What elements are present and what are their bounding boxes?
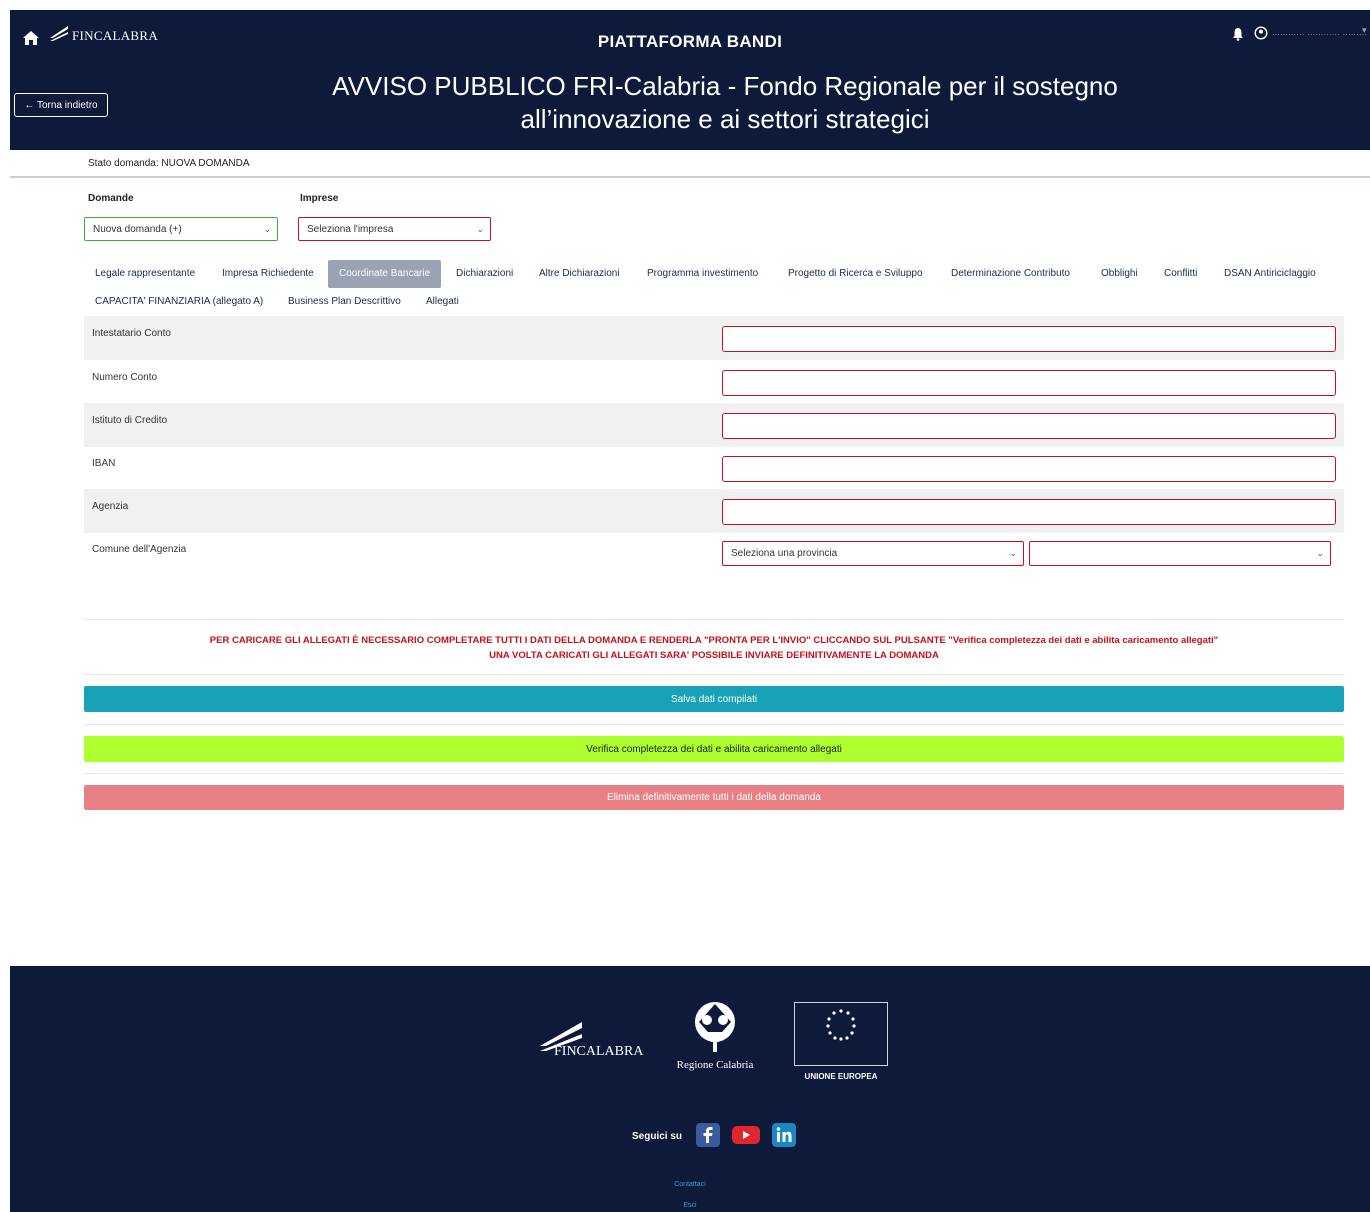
verify-button[interactable]: Verifica completezza dei dati e abilita … xyxy=(84,736,1344,762)
tab-allegati[interactable]: Allegati xyxy=(426,288,459,316)
istituto-credito-input[interactable] xyxy=(722,413,1336,439)
eu-stars-icon xyxy=(826,1009,856,1041)
field-label: Agenzia xyxy=(92,501,129,512)
form-row-numero-conto: Numero Conto xyxy=(84,360,1344,404)
chevron-down-icon: ⌄ xyxy=(1316,548,1324,558)
agenzia-input[interactable] xyxy=(722,499,1336,525)
tab-business-plan[interactable]: Business Plan Descrittivo xyxy=(288,288,401,316)
divider xyxy=(84,724,1344,725)
tab-obblighi[interactable]: Obblighi xyxy=(1101,260,1138,288)
tab-altre-dichiarazioni[interactable]: Altre Dichiarazioni xyxy=(539,260,620,288)
imprese-select-value: Seleziona l'impresa xyxy=(307,223,394,235)
intestatario-conto-input[interactable] xyxy=(722,326,1336,352)
warning-line-2: UNA VOLTA CARICATI GLI ALLEGATI SARA' PO… xyxy=(489,650,939,661)
tab-dsan-antiriciclaggio[interactable]: DSAN Antiriciclaggio xyxy=(1224,260,1316,288)
contact-link[interactable]: Contattaci xyxy=(10,1181,1370,1188)
imprese-label: Imprese xyxy=(300,193,339,204)
tab-coordinate-bancarie[interactable]: Coordinate Bancarie xyxy=(328,260,442,288)
footer-regione-logo: Regione Calabria xyxy=(670,1000,760,1071)
form-row-agenzia: Agenzia xyxy=(84,489,1344,533)
follow-label: Seguici su xyxy=(632,1131,683,1142)
user-icon[interactable] xyxy=(1254,26,1268,40)
domande-label: Domande xyxy=(88,193,134,204)
provincia-select-value: Seleziona una provincia xyxy=(731,548,838,559)
back-button[interactable]: ← Torna indietro xyxy=(14,93,108,117)
linkedin-icon[interactable] xyxy=(772,1123,796,1147)
field-label: Intestatario Conto xyxy=(92,328,171,339)
field-label: Numero Conto xyxy=(92,372,158,383)
numero-conto-input[interactable] xyxy=(722,370,1336,396)
chevron-down-icon[interactable]: ▾ xyxy=(1362,25,1367,36)
tab-determinazione-contributo[interactable]: Determinazione Contributo xyxy=(951,260,1070,288)
tab-progetto-ricerca-sviluppo[interactable]: Progetto di Ricerca e Sviluppo xyxy=(788,260,923,288)
facebook-icon[interactable] xyxy=(696,1123,720,1147)
footer: FINCALABRA Regione Calabria UNIONE EUROP… xyxy=(10,966,1370,1212)
field-label: Istituto di Credito xyxy=(92,415,168,426)
status-text: Stato domanda: NUOVA DOMANDA xyxy=(88,158,250,169)
tab-impresa-richiedente[interactable]: Impresa Richiedente xyxy=(222,260,314,288)
iban-input[interactable] xyxy=(722,456,1336,482)
chevron-down-icon: ⌄ xyxy=(1009,548,1017,558)
provincia-select[interactable]: Seleziona una provincia ⌄ xyxy=(722,541,1024,566)
app-title: PIATTAFORMA BANDI xyxy=(597,32,783,51)
footer-ue-logo: UNIONE EUROPEA xyxy=(794,1002,888,1081)
tab-dichiarazioni[interactable]: Dichiarazioni xyxy=(456,260,513,288)
chevron-down-icon: ⌄ xyxy=(263,224,271,234)
domande-select[interactable]: Nuova domanda (+) ⌄ xyxy=(84,217,278,241)
form-row-istituto: Istituto di Credito xyxy=(84,403,1344,447)
form-row-intestatario: Intestatario Conto xyxy=(84,316,1344,360)
footer-regione-name: Regione Calabria xyxy=(676,1059,754,1071)
imprese-select[interactable]: Seleziona l'impresa ⌄ xyxy=(298,217,491,241)
user-name[interactable]: ............ ............ ......... xyxy=(1272,28,1367,37)
logout-link[interactable]: Esci xyxy=(10,1202,1370,1209)
header: FINCALABRA PIATTAFORMA BANDI AVVISO PUBB… xyxy=(10,10,1370,150)
tab-legale-rappresentante[interactable]: Legale rappresentante xyxy=(95,260,195,288)
comune-select[interactable]: ⌄ xyxy=(1029,541,1331,566)
footer-ue-name: UNIONE EUROPEA xyxy=(804,1072,878,1081)
divider xyxy=(84,674,1344,675)
youtube-icon[interactable] xyxy=(732,1123,760,1147)
footer-fincalabra-name: FINCALABRA xyxy=(554,1044,644,1059)
tab-conflitti[interactable]: Conflitti xyxy=(1164,260,1197,288)
warning-line-1: PER CARICARE GLI ALLEGATI È NECESSARIO C… xyxy=(209,635,1219,646)
form-row-iban: IBAN xyxy=(84,446,1344,490)
field-label: Comune dell'Agenzia xyxy=(92,544,187,555)
save-button[interactable]: Salva dati compilati xyxy=(84,686,1344,712)
regione-calabria-emblem-icon xyxy=(695,1002,735,1052)
domande-select-value: Nuova domanda (+) xyxy=(93,223,182,235)
delete-button[interactable]: Elimina definitivamente tutti i dati del… xyxy=(84,785,1344,810)
page-title: AVVISO PUBBLICO FRI-Calabria - Fondo Reg… xyxy=(332,71,1118,134)
field-label: IBAN xyxy=(92,458,116,469)
bell-icon[interactable] xyxy=(1232,27,1244,41)
divider xyxy=(10,176,1370,178)
divider xyxy=(84,773,1344,774)
chevron-down-icon: ⌄ xyxy=(476,224,484,234)
divider xyxy=(84,619,1344,620)
tab-capacita-finanziaria[interactable]: CAPACITA' FINANZIARIA (allegato A) xyxy=(95,288,263,316)
tab-programma-investimento[interactable]: Programma investimento xyxy=(647,260,758,288)
